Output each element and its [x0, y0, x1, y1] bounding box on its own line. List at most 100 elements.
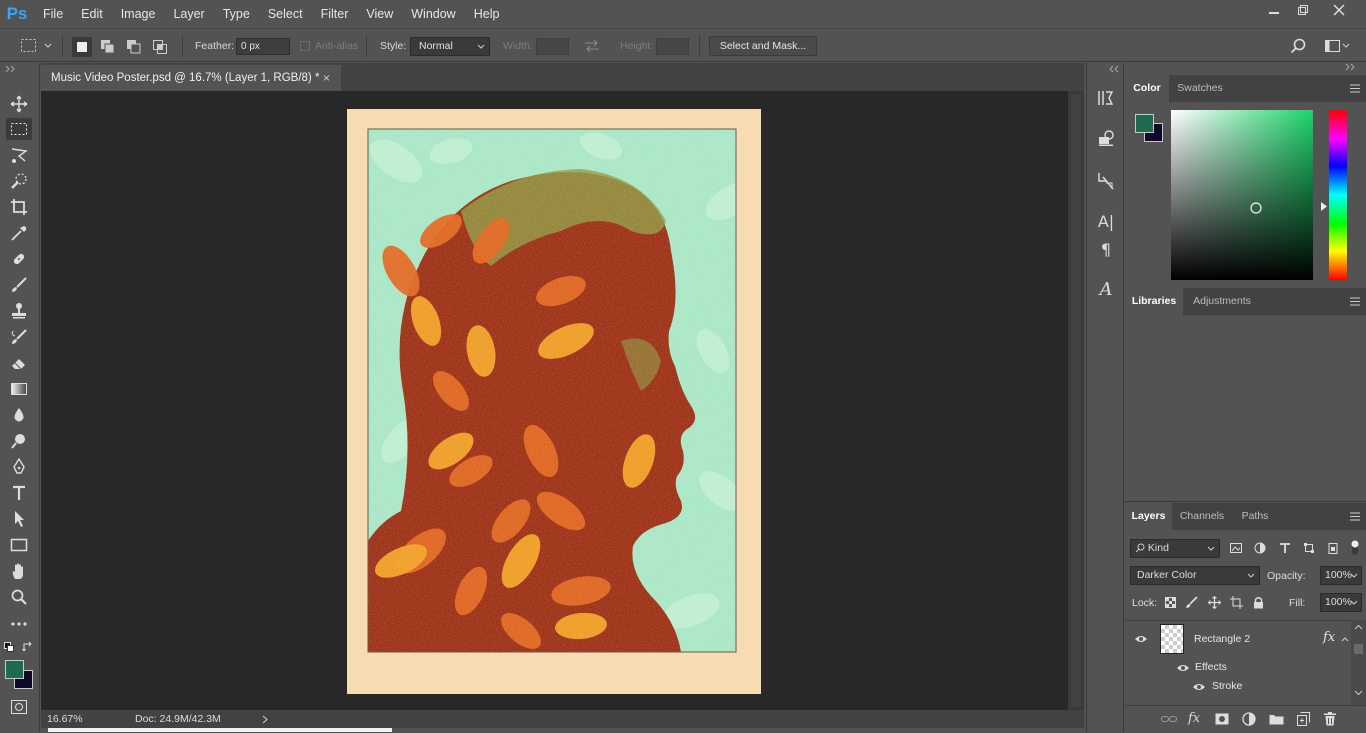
close-icon[interactable] — [1322, 0, 1356, 20]
new-group-icon[interactable] — [1269, 713, 1284, 725]
quick-selection-tool-icon[interactable] — [6, 170, 32, 192]
lock-artboard-icon[interactable] — [1230, 596, 1243, 609]
height-input[interactable] — [656, 38, 689, 55]
glyphs-panel-icon[interactable]: A — [1094, 277, 1118, 301]
workspace-icon[interactable] — [1324, 38, 1350, 54]
add-selection-icon[interactable] — [98, 37, 118, 57]
new-layer-icon[interactable] — [1297, 712, 1310, 726]
menu-view[interactable]: View — [357, 0, 402, 28]
feather-input[interactable]: 0 px — [236, 38, 290, 55]
filter-shape-icon[interactable] — [1303, 542, 1315, 554]
stroke-effect-row[interactable]: Stroke — [1125, 677, 1351, 696]
poster-artwork[interactable] — [41, 91, 1068, 710]
chevron-up-icon[interactable] — [1341, 636, 1349, 642]
search-icon[interactable] — [1290, 38, 1306, 54]
properties-panel-icon[interactable] — [1094, 126, 1118, 150]
horizontal-scroll-thumb[interactable] — [48, 728, 392, 732]
marquee-preset-icon[interactable] — [20, 37, 54, 55]
lock-position-icon[interactable] — [1208, 596, 1221, 609]
layer-name[interactable]: Rectangle 2 — [1194, 633, 1250, 645]
tab-layers[interactable]: Layers — [1125, 503, 1172, 530]
layer-row[interactable]: Rectangle 2 fx — [1125, 621, 1351, 657]
opacity-input[interactable]: 100% — [1320, 566, 1362, 585]
path-selection-tool-icon[interactable] — [6, 508, 32, 530]
new-selection-icon[interactable] — [72, 37, 92, 57]
gradient-tool-icon[interactable] — [6, 378, 32, 400]
filter-pixel-icon[interactable] — [1230, 542, 1242, 554]
swap-colors-icon[interactable] — [22, 641, 34, 653]
history-brush-tool-icon[interactable] — [6, 326, 32, 348]
add-layer-style-icon[interactable]: fx — [1188, 711, 1200, 726]
width-input[interactable] — [536, 38, 569, 55]
layer-filter-select[interactable]: Kind — [1130, 539, 1220, 558]
status-menu-arrow-icon[interactable] — [262, 715, 268, 724]
layer-effects-fx-icon[interactable]: fx — [1323, 630, 1335, 645]
swap-dimensions-icon[interactable] — [583, 39, 601, 53]
menu-window[interactable]: Window — [402, 0, 464, 28]
antialias-checkbox[interactable] — [300, 41, 310, 51]
filter-smart-object-icon[interactable] — [1327, 542, 1339, 554]
tab-color[interactable]: Color — [1125, 75, 1169, 102]
hue-slider-arrow-icon[interactable] — [1321, 202, 1328, 211]
type-tool-icon[interactable] — [6, 482, 32, 504]
eye-icon[interactable] — [1176, 663, 1190, 673]
panel-foreground-swatch[interactable] — [1135, 114, 1154, 133]
crop-tool-icon[interactable] — [6, 196, 32, 218]
menu-image[interactable]: Image — [112, 0, 165, 28]
filter-toggle-icon[interactable] — [1350, 539, 1360, 557]
eye-icon[interactable] — [1192, 682, 1206, 692]
collapse-dock-icon[interactable] — [1109, 65, 1121, 73]
new-adjustment-layer-icon[interactable] — [1242, 712, 1256, 726]
fill-input[interactable]: 100% — [1320, 593, 1362, 612]
delete-layer-icon[interactable] — [1324, 712, 1336, 726]
character-styles-icon[interactable] — [1094, 169, 1118, 193]
eyedropper-tool-icon[interactable] — [6, 222, 32, 244]
eraser-tool-icon[interactable] — [6, 352, 32, 374]
hue-slider[interactable] — [1329, 110, 1347, 280]
restore-icon[interactable] — [1286, 0, 1320, 20]
blend-mode-select[interactable]: Darker Color — [1130, 566, 1260, 585]
clone-stamp-tool-icon[interactable] — [6, 300, 32, 322]
document-tab[interactable]: Music Video Poster.psd @ 16.7% (Layer 1,… — [41, 65, 341, 91]
canvas-area[interactable] — [41, 91, 1068, 710]
lock-all-icon[interactable] — [1253, 596, 1264, 609]
menu-select[interactable]: Select — [259, 0, 312, 28]
healing-brush-tool-icon[interactable] — [6, 248, 32, 270]
menu-type[interactable]: Type — [214, 0, 259, 28]
eye-icon[interactable] — [1134, 634, 1148, 644]
filter-adjustment-icon[interactable] — [1254, 542, 1266, 554]
collapse-panels-icon[interactable] — [1345, 63, 1357, 71]
effects-row[interactable]: Effects — [1125, 658, 1351, 677]
color-field[interactable] — [1171, 110, 1313, 280]
lock-pixels-icon[interactable] — [1186, 596, 1198, 609]
tab-paths[interactable]: Paths — [1232, 503, 1278, 530]
brush-tool-icon[interactable] — [6, 274, 32, 296]
tab-libraries[interactable]: Libraries — [1125, 288, 1183, 315]
menu-layer[interactable]: Layer — [164, 0, 213, 28]
panel-menu-icon[interactable] — [1350, 512, 1360, 521]
subtract-selection-icon[interactable] — [124, 37, 144, 57]
dodge-tool-icon[interactable] — [6, 430, 32, 452]
select-and-mask-button[interactable]: Select and Mask... — [709, 36, 817, 56]
panel-menu-icon[interactable] — [1350, 84, 1360, 93]
default-colors-icon[interactable] — [4, 642, 14, 652]
layers-scrollbar[interactable] — [1351, 620, 1366, 705]
vertical-scrollbar[interactable] — [1068, 91, 1084, 710]
pen-tool-icon[interactable] — [6, 456, 32, 478]
zoom-level[interactable]: 16.67% — [47, 713, 83, 725]
lock-transparency-icon[interactable] — [1165, 597, 1176, 608]
filter-type-icon[interactable] — [1279, 542, 1291, 554]
rectangle-tool-icon[interactable] — [6, 534, 32, 556]
menu-edit[interactable]: Edit — [72, 0, 112, 28]
link-layers-icon[interactable] — [1161, 714, 1177, 724]
tab-adjustments[interactable]: Adjustments — [1183, 288, 1261, 315]
tab-swatches[interactable]: Swatches — [1169, 75, 1231, 102]
blur-tool-icon[interactable] — [6, 404, 32, 426]
hand-tool-icon[interactable] — [6, 560, 32, 582]
menu-help[interactable]: Help — [465, 0, 509, 28]
move-tool-icon[interactable] — [6, 93, 32, 115]
style-select[interactable]: Normal — [410, 37, 490, 56]
marquee-tool-icon[interactable] — [6, 118, 32, 140]
panel-menu-icon[interactable] — [1350, 297, 1360, 306]
collapse-toolbar-icon[interactable] — [5, 65, 17, 73]
